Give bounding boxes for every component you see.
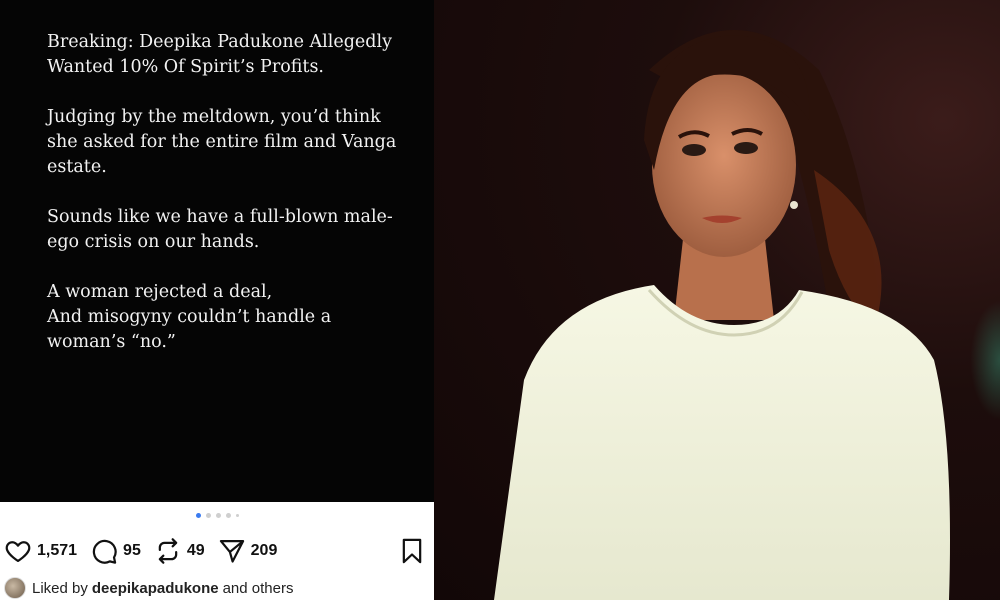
like-button[interactable]: 1,571: [4, 537, 77, 565]
slide-paragraph: Sounds like we have a full-blown male-eg…: [47, 207, 393, 252]
carousel-dot: [235, 514, 239, 517]
carousel-indicator: [0, 513, 434, 523]
comment-button[interactable]: 95: [90, 537, 141, 565]
slide-text: Breaking: Deepika Padukone Allegedly Wan…: [47, 30, 407, 380]
carousel-dot: [195, 513, 201, 518]
comment-icon: [92, 539, 117, 564]
repost-icon: [158, 538, 178, 564]
repost-button[interactable]: 49: [154, 537, 205, 565]
share-icon: [219, 539, 244, 563]
comment-count: 95: [123, 542, 141, 559]
share-button[interactable]: 209: [218, 537, 278, 565]
portrait-image: [494, 30, 950, 600]
background-light: [970, 300, 1000, 420]
liked-by-user[interactable]: deepikapadukone: [92, 580, 219, 597]
action-bar: 1,571 95 49 209: [4, 535, 430, 567]
photo: [434, 0, 1000, 600]
bookmark-icon: [402, 538, 422, 564]
share-count: 209: [250, 542, 278, 559]
carousel-dot: [205, 513, 211, 518]
carousel-dot: [215, 513, 221, 518]
repost-count: 49: [186, 542, 205, 559]
like-count: 1,571: [37, 542, 78, 559]
slide-paragraph: Judging by the meltdown, you’d think she…: [47, 107, 397, 177]
liked-by: Liked by deepikapadukone and others: [4, 577, 293, 599]
slide-paragraph: A woman rejected a deal, And misogyny co…: [47, 282, 332, 352]
post-panel: Breaking: Deepika Padukone Allegedly Wan…: [0, 0, 434, 600]
carousel-dot: [225, 513, 231, 518]
liked-by-prefix: Liked by: [32, 579, 88, 597]
heart-icon: [5, 541, 31, 563]
avatar[interactable]: [4, 577, 26, 599]
liked-by-suffix[interactable]: and others: [223, 580, 294, 597]
save-button[interactable]: [398, 537, 426, 570]
slide-paragraph: Breaking: Deepika Padukone Allegedly Wan…: [47, 32, 392, 77]
carousel-slide[interactable]: Breaking: Deepika Padukone Allegedly Wan…: [0, 0, 434, 502]
